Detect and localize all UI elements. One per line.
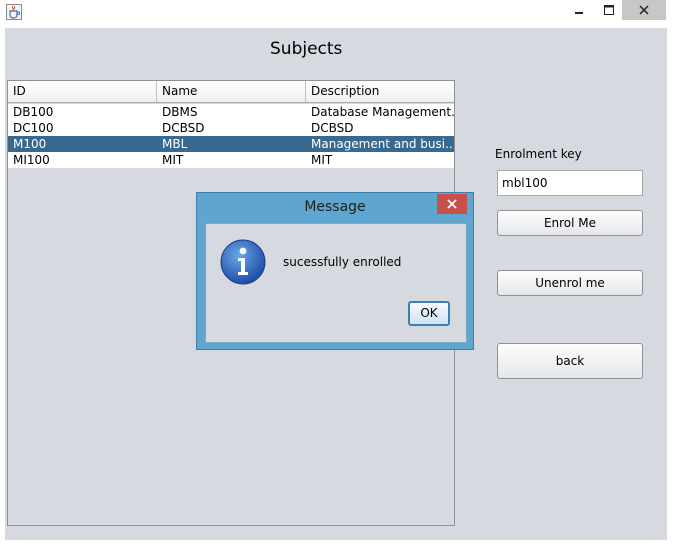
- dialog-title: Message: [304, 199, 366, 215]
- cell-name: MBL: [162, 137, 188, 151]
- page-title: Subjects: [270, 39, 343, 59]
- cell-name: DCBSD: [162, 121, 205, 135]
- cell-description: Database Management...: [311, 105, 454, 119]
- minimize-button[interactable]: [566, 0, 592, 20]
- java-coffee-cup-icon[interactable]: [6, 4, 22, 20]
- cell-id: DC100: [13, 121, 54, 135]
- column-header-name[interactable]: Name: [157, 81, 306, 102]
- dialog-message: sucessfully enrolled: [283, 255, 402, 269]
- cell-name: MIT: [162, 153, 184, 167]
- cell-description: Management and busi...: [311, 137, 454, 151]
- ok-button[interactable]: OK: [408, 301, 450, 326]
- table-row[interactable]: DB100 DBMS Database Management...: [8, 104, 454, 120]
- close-icon: [639, 5, 649, 15]
- unenrol-button[interactable]: Unenrol me: [497, 270, 643, 296]
- enrol-button[interactable]: Enrol Me: [497, 210, 643, 236]
- cell-id: DB100: [13, 105, 54, 119]
- enrolment-key-label: Enrolment key: [495, 147, 582, 161]
- information-icon: [219, 238, 267, 286]
- minimize-icon: [575, 12, 583, 14]
- cell-description: MIT: [311, 153, 333, 167]
- cell-description: DCBSD: [311, 121, 354, 135]
- close-icon: [447, 199, 457, 209]
- table-row-selected[interactable]: M100 MBL Management and busi...: [8, 136, 454, 152]
- window-titlebar: [0, 0, 673, 27]
- table-row[interactable]: MI100 MIT MIT: [8, 152, 454, 168]
- cell-name: DBMS: [162, 105, 198, 119]
- maximize-icon: [604, 5, 614, 15]
- message-dialog: Message sucessfully enrolled OK: [196, 192, 474, 350]
- cell-id: M100: [13, 137, 47, 151]
- column-header-description[interactable]: Description: [306, 81, 454, 102]
- cell-id: MI100: [13, 153, 50, 167]
- dialog-close-button[interactable]: [437, 194, 467, 214]
- enrolment-key-input[interactable]: [497, 170, 643, 196]
- back-button[interactable]: back: [497, 343, 643, 379]
- maximize-button[interactable]: [596, 0, 622, 20]
- table-row[interactable]: DC100 DCBSD DCBSD: [8, 120, 454, 136]
- close-button[interactable]: [622, 0, 666, 20]
- dialog-body: sucessfully enrolled OK: [205, 223, 467, 343]
- column-header-id[interactable]: ID: [8, 81, 157, 102]
- table-header: ID Name Description: [8, 81, 454, 103]
